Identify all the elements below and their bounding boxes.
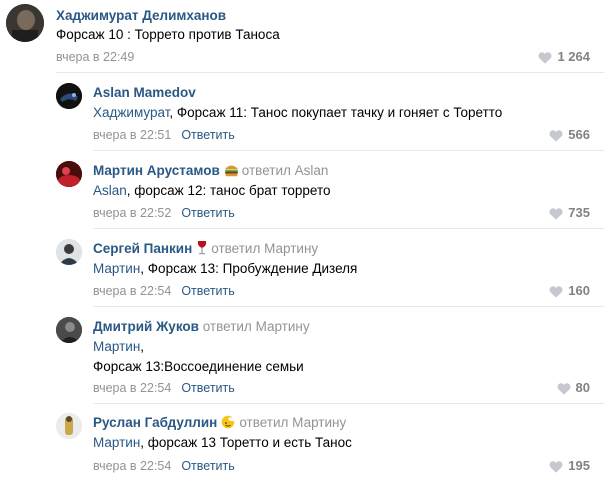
- heart-icon: [549, 460, 563, 473]
- addressee-link[interactable]: Aslan: [93, 183, 127, 198]
- comment-header: Сергей Панкин ответил Мартину: [93, 240, 318, 259]
- reply-button[interactable]: Ответить: [181, 459, 234, 473]
- comment-meta: вчера в 22:49: [56, 49, 134, 65]
- comment-meta: вчера в 22:54 Ответить: [93, 380, 235, 396]
- author-name[interactable]: Aslan Mamedov: [93, 85, 196, 100]
- replied-label: ответил: [239, 415, 289, 430]
- author-name[interactable]: Мартин Арустамов: [93, 163, 220, 178]
- comment-header: Дмитрий Жуков ответил Мартину: [93, 318, 310, 335]
- heart-icon: [549, 285, 563, 298]
- reply-button[interactable]: Ответить: [181, 128, 234, 142]
- comment-text-line: Форсаж 10 : Торрето против Таноса: [56, 27, 280, 42]
- comment-item: Дмитрий Жуков ответил Мартину Мартин, Фо…: [0, 312, 604, 408]
- burger-icon: [224, 163, 239, 181]
- like-count: 566: [568, 127, 590, 142]
- reply-button[interactable]: Ответить: [181, 284, 234, 298]
- avatar[interactable]: [6, 4, 44, 42]
- comment-meta: вчера в 22:51 Ответить: [93, 127, 235, 143]
- comment-text-line: , форсаж 13 Торетто и есть Танос: [140, 435, 352, 450]
- comment-text: Форсаж 13:Воссоединение семьи: [93, 358, 304, 376]
- like-count: 195: [568, 458, 590, 473]
- comment-text-line: , форсаж 12: танос брат торрето: [126, 183, 331, 198]
- like-button[interactable]: 195: [549, 458, 590, 474]
- heart-icon: [538, 51, 552, 64]
- like-button[interactable]: 1 264: [538, 49, 590, 65]
- wine-glass-icon: [196, 240, 208, 259]
- comment-date[interactable]: вчера в 22:49: [56, 50, 134, 64]
- comment-text-line: ,: [140, 339, 145, 354]
- reply-button[interactable]: Ответить: [181, 381, 234, 395]
- like-count: 735: [568, 205, 590, 220]
- comment-divider: [93, 150, 604, 151]
- comment-header: Aslan Mamedov: [93, 84, 196, 101]
- comment-text: Мартин,: [93, 338, 144, 356]
- comment-text-line: , Форсаж 13: Пробуждение Дизеля: [140, 261, 358, 276]
- comment-date[interactable]: вчера в 22:54: [93, 284, 171, 298]
- addressee-link[interactable]: Мартин: [93, 339, 140, 354]
- emoji-face-icon: [221, 415, 236, 433]
- replied-to-link[interactable]: Мартину: [292, 415, 346, 430]
- replied-to-link[interactable]: Мартину: [256, 319, 310, 334]
- comment-text: Aslan, форсаж 12: танос брат торрето: [93, 182, 331, 200]
- replied-to-link[interactable]: Aslan: [295, 163, 329, 178]
- avatar[interactable]: [56, 83, 82, 109]
- like-button[interactable]: 735: [549, 205, 590, 221]
- like-button[interactable]: 80: [557, 380, 590, 396]
- author-name[interactable]: Хаджимурат Делимханов: [56, 8, 226, 23]
- avatar[interactable]: [56, 161, 82, 187]
- heart-icon: [549, 207, 563, 220]
- replied-label: ответил: [202, 319, 252, 334]
- like-button[interactable]: 566: [549, 127, 590, 143]
- comment-text: Мартин, форсаж 13 Торетто и есть Танос: [93, 434, 352, 452]
- comment-text: Хаджимурат, Форсаж 11: Танос покупает та…: [93, 104, 502, 122]
- comment-header: Руслан Габдуллин ответил Мартину: [93, 414, 346, 433]
- comment-divider: [56, 72, 604, 73]
- comment-text-line: , Форсаж 11: Танос покупает тачку и гоня…: [169, 105, 503, 120]
- comment-item: Руслан Габдуллин ответил Мартину Мартин, …: [0, 408, 604, 490]
- comment-item: Aslan Mamedov Хаджимурат, Форсаж 11: Тан…: [0, 78, 604, 156]
- comment-date[interactable]: вчера в 22:51: [93, 128, 171, 142]
- author-name[interactable]: Сергей Панкин: [93, 241, 192, 256]
- comment-meta: вчера в 22:54 Ответить: [93, 458, 235, 474]
- avatar[interactable]: [56, 413, 82, 439]
- comment-divider: [93, 306, 604, 307]
- like-count: 1 264: [557, 49, 590, 64]
- comment-divider: [93, 403, 604, 404]
- heart-icon: [557, 382, 571, 395]
- like-count: 160: [568, 283, 590, 298]
- replied-to-link[interactable]: Мартину: [264, 241, 318, 256]
- comment-date[interactable]: вчера в 22:54: [93, 459, 171, 473]
- comment-item: Хаджимурат Делимханов Форсаж 10 : Торрет…: [0, 0, 604, 78]
- comment-text: Мартин, Форсаж 13: Пробуждение Дизеля: [93, 260, 357, 278]
- comment-meta: вчера в 22:52 Ответить: [93, 205, 235, 221]
- author-name[interactable]: Руслан Габдуллин: [93, 415, 217, 430]
- replied-label: ответил: [211, 241, 261, 256]
- replied-label: ответил: [241, 163, 291, 178]
- comment-header: Хаджимурат Делимханов: [56, 7, 226, 24]
- reply-button[interactable]: Ответить: [181, 206, 234, 220]
- addressee-link[interactable]: Мартин: [93, 435, 140, 450]
- comment-item: Сергей Панкин ответил Мартину Мартин, Фор…: [0, 234, 604, 312]
- avatar[interactable]: [56, 239, 82, 265]
- avatar[interactable]: [56, 317, 82, 343]
- comment-text-line: Форсаж 13:Воссоединение семьи: [93, 359, 304, 374]
- like-count: 80: [575, 380, 590, 395]
- comment-date[interactable]: вчера в 22:52: [93, 206, 171, 220]
- comment-divider: [93, 228, 604, 229]
- comment-header: Мартин Арустамов ответил Aslan: [93, 162, 328, 181]
- comment-date[interactable]: вчера в 22:54: [93, 381, 171, 395]
- heart-icon: [549, 129, 563, 142]
- comment-meta: вчера в 22:54 Ответить: [93, 283, 235, 299]
- author-name[interactable]: Дмитрий Жуков: [93, 319, 199, 334]
- addressee-link[interactable]: Мартин: [93, 261, 140, 276]
- like-button[interactable]: 160: [549, 283, 590, 299]
- comment-text: Форсаж 10 : Торрето против Таноса: [56, 26, 280, 44]
- addressee-link[interactable]: Хаджимурат: [93, 105, 169, 120]
- comment-item: Мартин Арустамов ответил Aslan Aslan, фор…: [0, 156, 604, 234]
